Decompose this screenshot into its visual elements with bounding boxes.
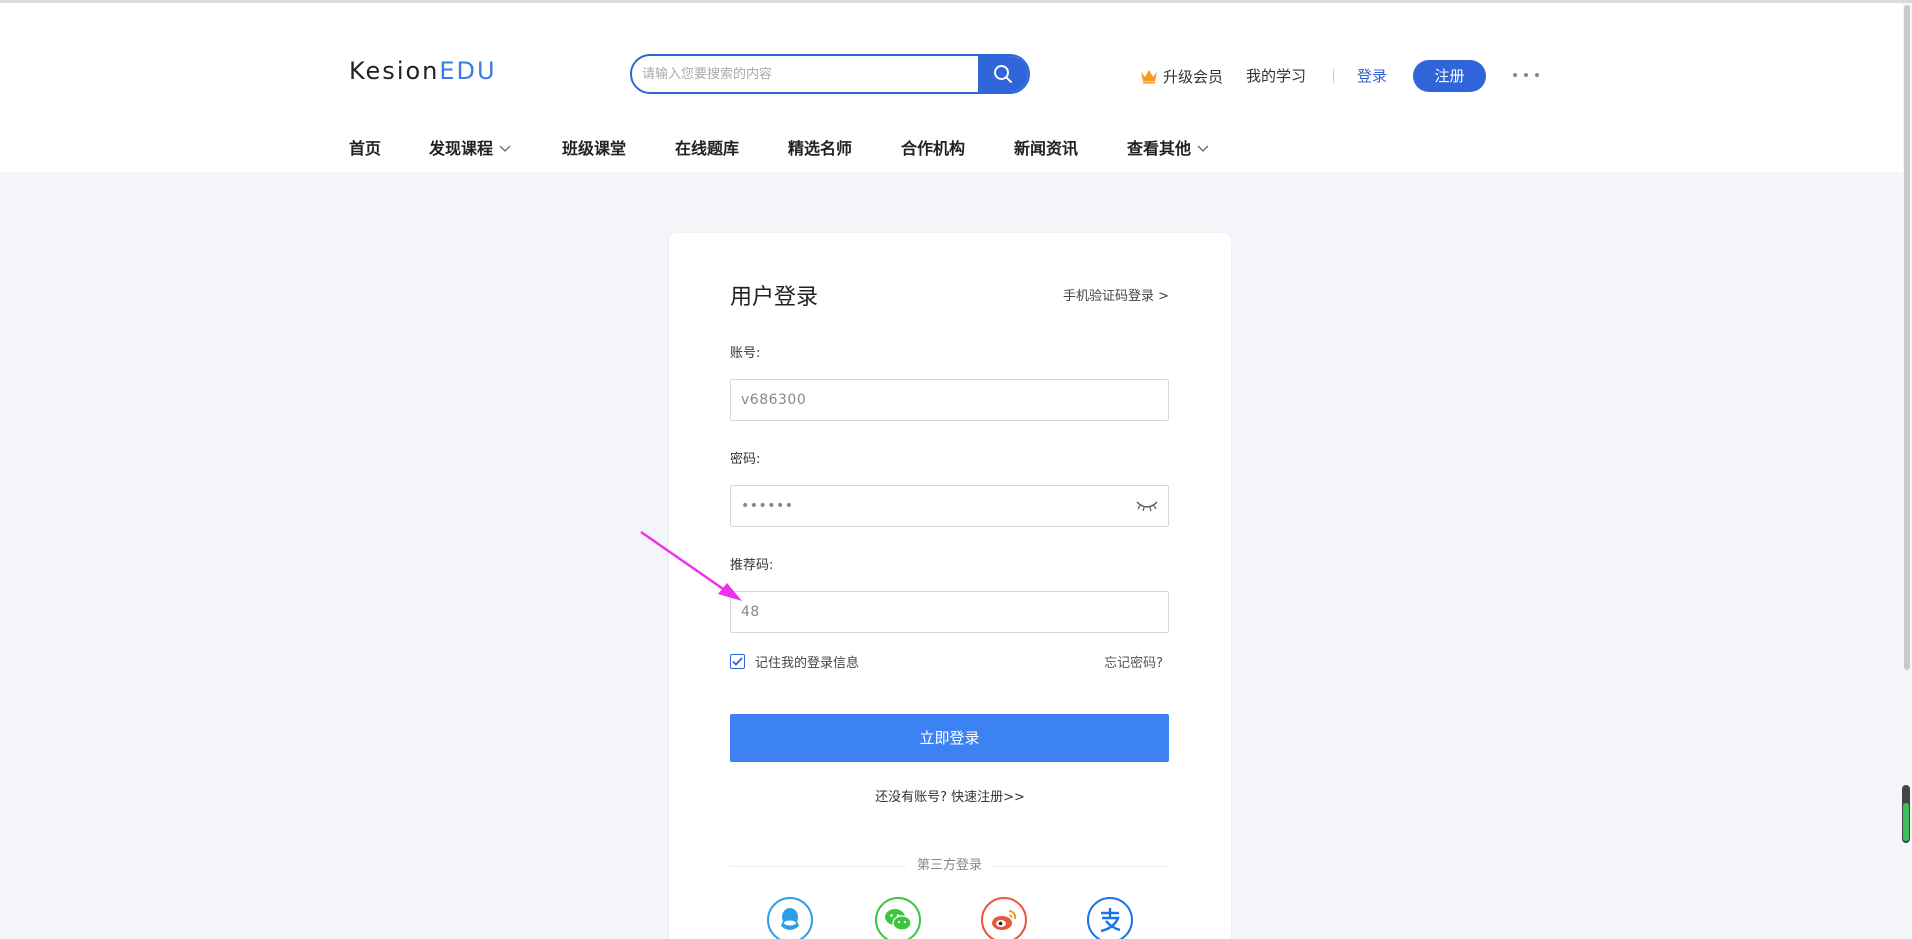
nav-item-more[interactable]: 查看其他 [1127,137,1209,161]
account-input[interactable] [741,380,1121,420]
side-widget-indicator [1902,785,1910,843]
login-link[interactable]: 登录 [1357,65,1387,87]
my-learning-link[interactable]: 我的学习 [1246,65,1306,87]
nav-item-question-bank[interactable]: 在线题库 [675,137,739,161]
alipay-login-button[interactable] [1087,897,1133,939]
sms-login-link[interactable]: 手机验证码登录 > [1063,286,1169,308]
login-title: 用户登录 [730,285,819,310]
nav-item-classes[interactable]: 班级课堂 [562,137,626,161]
site-header: KesionEDU 升级会员 我的学习 登录 注册 首页 发现课程 班级课堂 在… [0,3,1912,172]
third-party-label: 第三方登录 [906,858,992,873]
search-button[interactable] [978,56,1028,92]
login-submit-button[interactable]: 立即登录 [730,714,1169,762]
referral-input[interactable] [741,592,1121,632]
upgrade-vip-label: 升级会员 [1163,67,1224,86]
third-party-divider: 第三方登录 [730,857,1169,877]
logo-text-main: Kesion [349,57,440,85]
search-input[interactable] [642,56,982,92]
logo-text-accent: EDU [439,57,497,85]
eye-closed-icon[interactable] [1136,498,1158,514]
nav-item-news[interactable]: 新闻资讯 [1014,137,1078,161]
nav-item-partners[interactable]: 合作机构 [901,137,965,161]
forgot-password-link[interactable]: 忘记密码? [1104,652,1163,671]
qq-login-button[interactable] [767,897,813,939]
nav-item-teachers[interactable]: 精选名师 [788,137,852,161]
referral-label: 推荐码: [730,558,774,573]
remember-checkbox[interactable] [730,654,745,669]
password-label: 密码: [730,452,761,467]
account-label: 账号: [730,346,761,361]
login-card: 用户登录 手机验证码登录 > 账号: 密码: 推荐码: 记住我的登录信息 忘记密… [669,233,1231,939]
register-button[interactable]: 注册 [1413,60,1486,92]
chevron-down-icon [1197,145,1209,152]
search-box [630,54,1030,94]
password-field [730,485,1169,527]
upgrade-vip-link[interactable]: 升级会员 [1139,65,1223,87]
nav-item-home[interactable]: 首页 [349,137,381,161]
quick-register-link[interactable]: 还没有账号? 快速注册>> [669,786,1231,805]
account-field [730,379,1169,421]
wechat-login-button[interactable] [875,897,921,939]
weibo-icon [992,910,1017,930]
remember-label: 记住我的登录信息 [755,656,860,671]
header-divider [1333,69,1334,83]
wechat-icon [885,909,912,931]
qq-icon [781,908,799,930]
referral-field [730,591,1169,633]
remember-me[interactable]: 记住我的登录信息 [730,652,859,671]
alipay-icon [1100,908,1121,933]
checkmark-icon [732,657,743,666]
more-options-icon[interactable] [1513,63,1539,87]
site-logo[interactable]: KesionEDU [349,57,497,85]
password-input[interactable] [741,486,1121,526]
weibo-login-button[interactable] [981,897,1027,939]
nav-item-courses[interactable]: 发现课程 [429,137,511,161]
scrollbar-thumb[interactable] [1904,5,1910,670]
chevron-down-icon [499,145,511,152]
search-icon [994,65,1012,83]
crown-icon [1141,70,1157,84]
